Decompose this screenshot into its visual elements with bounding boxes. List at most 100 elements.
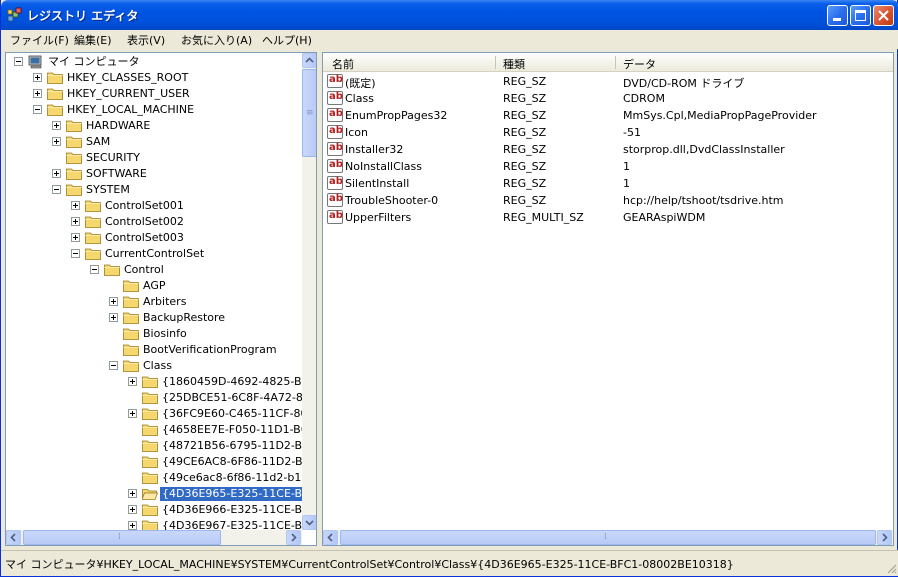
tree-item[interactable]: BootVerificationProgram [6,342,301,358]
tree-item-label[interactable]: Biosinfo [141,327,189,341]
tree-item-label[interactable]: {25DBCE51-6C8F-4A72-8 [160,391,305,405]
value-row[interactable]: ab SilentInstall REG_SZ 1 [323,175,893,192]
tree-item[interactable]: SYSTEM [6,182,301,198]
expand-icon[interactable] [71,217,80,226]
title-bar[interactable]: レジストリ エディタ [1,0,898,30]
tree-item-label[interactable]: HARDWARE [84,119,152,133]
expand-icon[interactable] [33,89,42,98]
tree-item[interactable]: SOFTWARE [6,166,301,182]
tree-item[interactable]: {36FC9E60-C465-11CF-80 [6,406,308,422]
expand-icon[interactable] [71,233,80,242]
tree-item-label[interactable]: CurrentControlSet [103,247,206,261]
column-header-data[interactable]: データ [623,56,656,72]
tree-item[interactable]: ControlSet001 [6,198,301,214]
scroll-down-button[interactable] [302,515,316,530]
tree-item[interactable]: HKEY_CURRENT_USER [6,86,301,102]
tree-item-label[interactable]: {1860459D-4692-4825-B76 [160,375,316,389]
tree-item-label[interactable]: {48721B56-6795-11D2-B1 [160,439,311,453]
tree-item[interactable]: HKEY_LOCAL_MACHINE [6,102,301,118]
tree-item-label[interactable]: {49CE6AC8-6F86-11D2-B [160,455,305,469]
tree-item[interactable]: AGP [6,278,301,294]
expand-icon[interactable] [128,409,137,418]
value-row[interactable]: ab (既定) REG_SZ DVD/CD-ROM ドライブ [323,73,893,90]
expand-icon[interactable] [52,137,61,146]
expand-icon[interactable] [128,505,137,514]
expand-icon[interactable] [128,521,137,530]
list-horizontal-scrollbar[interactable]: ⁞ [323,530,893,545]
tree-item[interactable]: {4D36E965-E325-11CE-BF [6,486,312,502]
collapse-icon[interactable] [14,57,23,66]
tree-item-label[interactable]: HKEY_LOCAL_MACHINE [65,103,196,117]
tree-item-label[interactable]: {4658EE7E-F050-11D1-B6 [160,423,310,437]
tree-item-label[interactable]: HKEY_CLASSES_ROOT [65,71,190,85]
value-row[interactable]: ab Class REG_SZ CDROM [323,90,893,107]
tree-item[interactable]: Arbiters [6,294,301,310]
tree-item[interactable]: {4D36E966-E325-11CE-BF [6,502,308,518]
tree-item[interactable]: {48721B56-6795-11D2-B1 [6,438,309,454]
registry-value-list[interactable]: 名前 種類 データ ab (既定) REG_SZ DVD/CD-ROM ドライブ ab C… [322,52,894,546]
collapse-icon[interactable] [90,265,99,274]
tree-item-label[interactable]: SOFTWARE [84,167,149,181]
tree-item-label[interactable]: Control [122,263,166,277]
tree-item-label[interactable]: AGP [141,279,168,293]
value-row[interactable]: ab NoInstallClass REG_SZ 1 [323,158,893,175]
expand-icon[interactable] [109,297,118,306]
value-row[interactable]: ab EnumPropPages32 REG_SZ MmSys.Cpl,MediaPr… [323,107,893,124]
tree-item[interactable]: CurrentControlSet [6,246,301,262]
tree-item-label[interactable]: SAM [84,135,112,149]
scroll-left-button[interactable] [323,530,338,545]
tree-item[interactable]: {49CE6AC8-6F86-11D2-B [6,454,303,470]
tree-item[interactable]: BackupRestore [6,310,301,326]
expand-icon[interactable] [109,313,118,322]
expand-icon[interactable] [71,201,80,210]
tree-item-label[interactable]: ControlSet001 [103,199,186,213]
tree-item[interactable]: ControlSet002 [6,214,301,230]
collapse-icon[interactable] [52,185,61,194]
tree-item[interactable]: HKEY_CLASSES_ROOT [6,70,301,86]
column-header-type[interactable]: 種類 [503,56,525,72]
tree-item-label[interactable]: {36FC9E60-C465-11CF-80 [160,407,310,421]
expand-icon[interactable] [33,73,42,82]
column-header-name[interactable]: 名前 [332,56,354,72]
tree-item[interactable]: HARDWARE [6,118,301,134]
scroll-up-button[interactable] [302,53,316,68]
tree-item[interactable]: SECURITY [6,150,301,166]
tree-item-label[interactable]: {49ce6ac8-6f86-11d2-b1e5 [160,471,316,485]
tree-item-label[interactable]: Arbiters [141,295,188,309]
tree-item[interactable]: ControlSet003 [6,230,301,246]
menu-edit[interactable]: 編集(E) [74,32,112,48]
tree-item-label[interactable]: SYSTEM [84,183,132,197]
tree-item[interactable]: {49ce6ac8-6f86-11d2-b1e5 [6,470,315,486]
menu-file[interactable]: ファイル(F) [10,32,69,48]
scroll-left-button[interactable] [6,530,21,545]
tree-item-label[interactable]: マイ コンピュータ [46,55,142,69]
tree-item[interactable]: SAM [6,134,301,150]
collapse-icon[interactable] [109,361,118,370]
tree-item-label[interactable]: ControlSet002 [103,215,186,229]
value-row[interactable]: ab Installer32 REG_SZ storprop.dll,DvdClass… [323,141,893,158]
collapse-icon[interactable] [33,105,42,114]
tree-horizontal-thumb[interactable]: ⁞ [23,530,221,545]
collapse-icon[interactable] [71,249,80,258]
column-divider[interactable] [495,56,496,69]
tree-item[interactable]: Control [6,262,301,278]
tree-item-label[interactable]: BootVerificationProgram [141,343,279,357]
minimize-button[interactable] [827,5,848,26]
resize-grip-icon[interactable] [885,562,897,574]
menu-help[interactable]: ヘルプ(H) [262,32,312,48]
tree-item[interactable]: Class [6,358,301,374]
expand-icon[interactable] [52,121,61,130]
maximize-button[interactable] [850,5,871,26]
value-row[interactable]: ab UpperFilters REG_MULTI_SZ GEARAspiWDM [323,209,893,226]
tree-horizontal-scrollbar[interactable]: ⁞ [6,530,302,545]
scroll-right-button[interactable] [286,530,301,545]
tree-item[interactable]: Biosinfo [6,326,301,342]
tree-item[interactable]: マイ コンピュータ [6,54,301,70]
close-button[interactable] [873,5,894,26]
tree-item[interactable]: {4658EE7E-F050-11D1-B6 [6,422,308,438]
registry-key-tree[interactable]: マイ コンピュータ HKEY_CLASSES_ROOT HKEY_CURRENT_U… [5,52,317,546]
tree-vertical-scrollbar[interactable]: ≡ [302,53,316,530]
tree-item[interactable]: {1860459D-4692-4825-B76 [6,374,316,390]
list-horizontal-thumb[interactable]: ⁞ [340,530,876,545]
expand-icon[interactable] [128,377,137,386]
